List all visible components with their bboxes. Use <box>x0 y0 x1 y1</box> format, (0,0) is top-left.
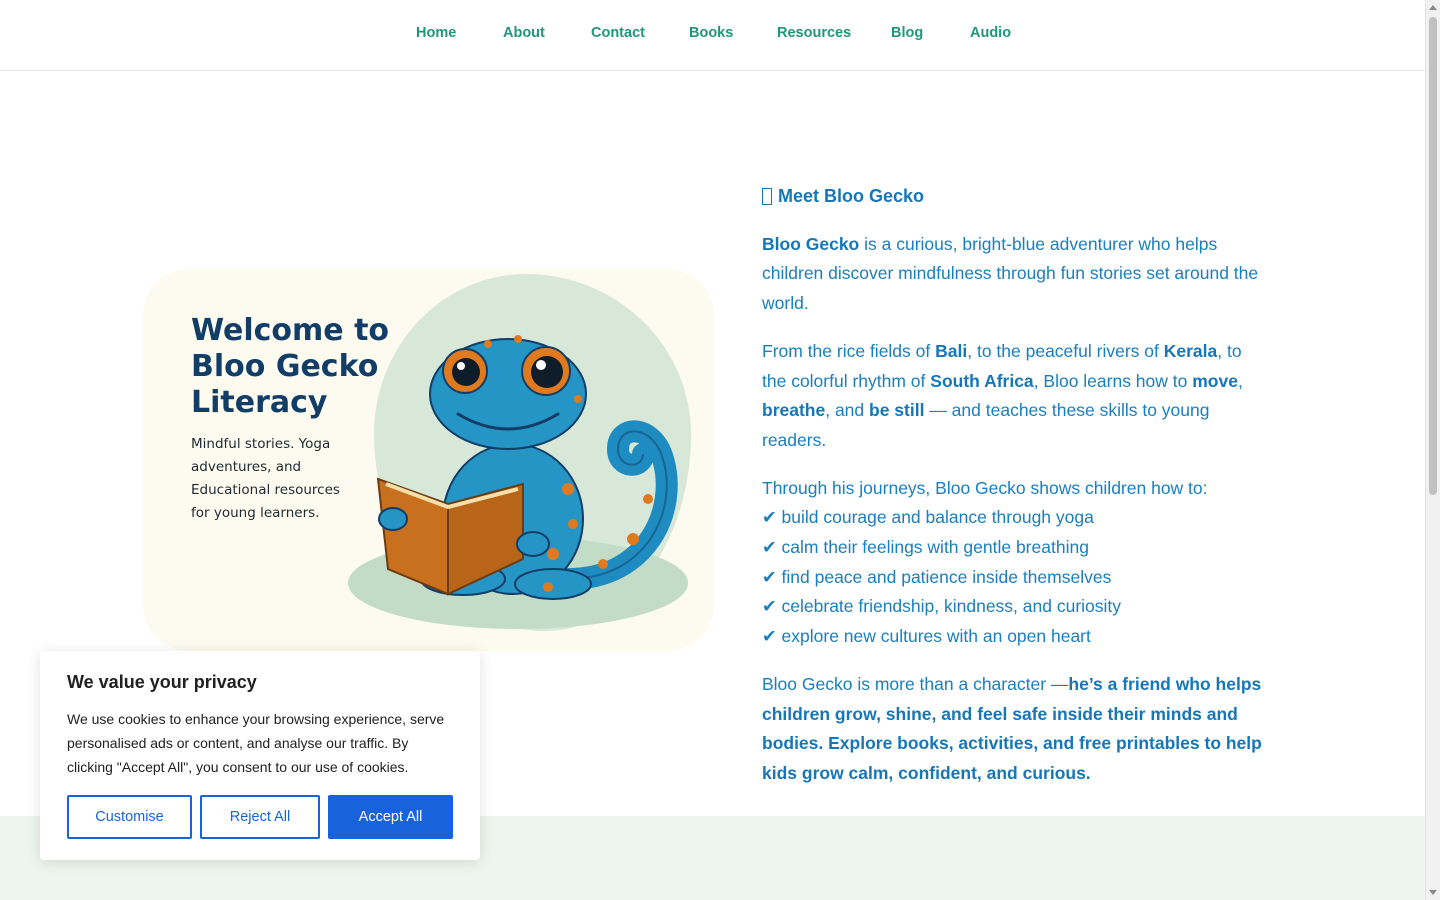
skills-paragraph: Through his journeys, Bloo Gecko shows c… <box>762 474 1262 652</box>
scrollbar-thumb[interactable] <box>1429 17 1437 495</box>
page-scrollbar[interactable] <box>1425 0 1440 900</box>
closing-text: Bloo Gecko is more than a character — <box>762 673 1069 694</box>
nav-list: Home About Contact Books Resources Blog … <box>0 0 1425 70</box>
scroll-down-icon[interactable] <box>1429 890 1437 895</box>
main-nav: Home About Contact Books Resources Blog … <box>0 0 1425 71</box>
intro-paragraph: Bloo Gecko is a curious, bright-blue adv… <box>762 230 1262 319</box>
intro-bold: Bloo Gecko <box>762 233 860 254</box>
nav-item-contact[interactable]: Contact <box>591 25 645 41</box>
list-item: ✔ find peace and patience inside themsel… <box>762 566 1112 587</box>
scroll-up-icon[interactable] <box>1429 5 1437 10</box>
nav-item-audio[interactable]: Audio <box>970 25 1011 41</box>
accept-all-button[interactable]: Accept All <box>328 795 453 839</box>
nav-item-resources[interactable]: Resources <box>777 25 851 41</box>
closing-paragraph: Bloo Gecko is more than a character —he’… <box>762 670 1262 789</box>
journey-text-5: , <box>1237 370 1243 391</box>
cookie-title: We value your privacy <box>67 672 257 692</box>
journey-text-4: , Bloo learns how to <box>1033 370 1193 391</box>
place-bali: Bali <box>935 340 968 361</box>
meet-heading-text: Meet Bloo Gecko <box>778 186 925 206</box>
customise-button[interactable]: Customise <box>67 795 192 839</box>
nav-item-blog[interactable]: Blog <box>891 25 923 41</box>
skill-be-still: be still <box>869 400 925 421</box>
list-item: ✔ build courage and balance through yoga <box>762 507 1094 528</box>
place-south-africa: South Africa <box>930 370 1034 391</box>
nav-item-books[interactable]: Books <box>689 25 733 41</box>
journey-paragraph: From the rice fields of Bali, to the pea… <box>762 337 1262 456</box>
journey-text-6: , and <box>825 400 870 421</box>
skill-breathe: breathe <box>762 400 826 421</box>
nav-item-about[interactable]: About <box>503 25 545 41</box>
reject-all-button[interactable]: Reject All <box>200 795 320 839</box>
journey-text-1: From the rice fields of <box>762 340 936 361</box>
skill-move: move <box>1192 370 1238 391</box>
list-item: ✔ celebrate friendship, kindness, and cu… <box>762 596 1122 617</box>
gecko-reading-book-icon <box>376 335 678 600</box>
journey-text-2: , to the peaceful rivers of <box>967 340 1164 361</box>
cookie-consent-banner: We value your privacy We use cookies to … <box>40 651 480 860</box>
about-text: Meet Bloo Gecko Bloo Gecko is a curious,… <box>762 182 1262 807</box>
cookie-description: We use cookies to enhance your browsing … <box>67 711 445 775</box>
list-item: ✔ calm their feelings with gentle breath… <box>762 537 1089 558</box>
hero-subtitle: Mindful stories. Yoga adventures, and Ed… <box>191 436 340 521</box>
hero-image: Welcome to Bloo Gecko Literacy Mindful s… <box>143 269 714 651</box>
place-kerala: Kerala <box>1163 340 1218 361</box>
meet-heading: Meet Bloo Gecko <box>762 182 1262 212</box>
nav-item-home[interactable]: Home <box>416 25 456 41</box>
list-item: ✔ explore new cultures with an open hear… <box>762 626 1091 647</box>
missing-glyph-icon <box>762 188 772 206</box>
skills-intro: Through his journeys, Bloo Gecko shows c… <box>762 477 1208 498</box>
